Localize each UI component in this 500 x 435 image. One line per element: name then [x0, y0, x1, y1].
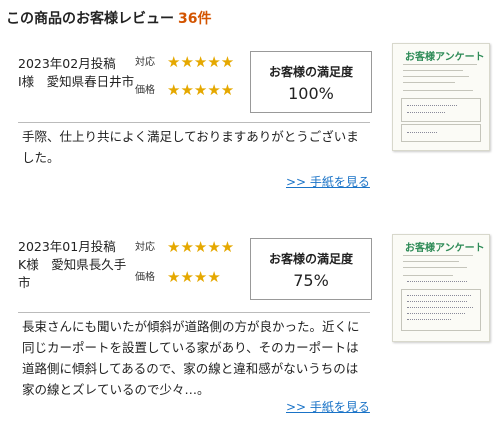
review-date: 2023年02月投稿 [18, 56, 116, 71]
review-comment: 長束さんにも聞いたが傾斜が道路側の方が良かった。近くに同じカーポートを設置してい… [22, 319, 360, 397]
satisfaction-title: お客様の満足度 [268, 252, 353, 266]
section-heading: この商品のお客様レビュー 36件 [6, 8, 211, 28]
rating-label: 対応 [135, 242, 155, 253]
review-date: 2023年01月投稿 [18, 239, 116, 254]
review-customer: K様 愛知県長久手市 [18, 257, 127, 290]
star-rating: ★★★★ [167, 268, 221, 286]
review-page: この商品のお客様レビュー 36件 2023年02月投稿 I様 愛知県春日井市 対応… [0, 0, 500, 435]
survey-thumbnail[interactable]: お客様アンケート [392, 43, 490, 151]
view-letter-link[interactable]: >> 手紙を見る [286, 173, 370, 190]
rating-label: 対応 [135, 57, 155, 68]
review-count: 36件 [178, 11, 212, 27]
satisfaction-title: お客様の満足度 [268, 65, 353, 79]
rating-row-price: 価格 ★★★★★ [135, 81, 250, 99]
satisfaction-value: 75% [293, 271, 329, 290]
section-title: この商品のお客様レビュー [6, 11, 174, 27]
rating-label: 価格 [135, 272, 155, 283]
survey-thumbnail-title: お客様アンケート [405, 243, 485, 254]
satisfaction-box: お客様の満足度 100% [250, 51, 372, 113]
star-rating: ★★★★★ [167, 238, 235, 256]
divider [18, 122, 370, 123]
rating-row-support: 対応 ★★★★★ [135, 238, 250, 256]
divider [18, 312, 370, 313]
review-meta: 2023年01月投稿 K様 愛知県長久手市 [18, 238, 138, 292]
satisfaction-value: 100% [288, 84, 334, 103]
rating-label: 価格 [135, 85, 155, 96]
star-rating: ★★★★★ [167, 53, 235, 71]
review-comment: 手際、仕上り共によく満足しておりますありがとうございました。 [22, 129, 359, 165]
rating-row-support: 対応 ★★★★★ [135, 53, 250, 71]
survey-thumbnail-title: お客様アンケート [405, 52, 485, 63]
rating-row-price: 価格 ★★★★ [135, 268, 250, 286]
review-meta: 2023年02月投稿 I様 愛知県春日井市 [18, 55, 138, 91]
satisfaction-box: お客様の満足度 75% [250, 238, 372, 300]
star-rating: ★★★★★ [167, 81, 235, 99]
view-letter-link[interactable]: >> 手紙を見る [286, 398, 370, 415]
review-customer: I様 愛知県春日井市 [18, 74, 135, 89]
survey-thumbnail[interactable]: お客様アンケート [392, 234, 490, 342]
